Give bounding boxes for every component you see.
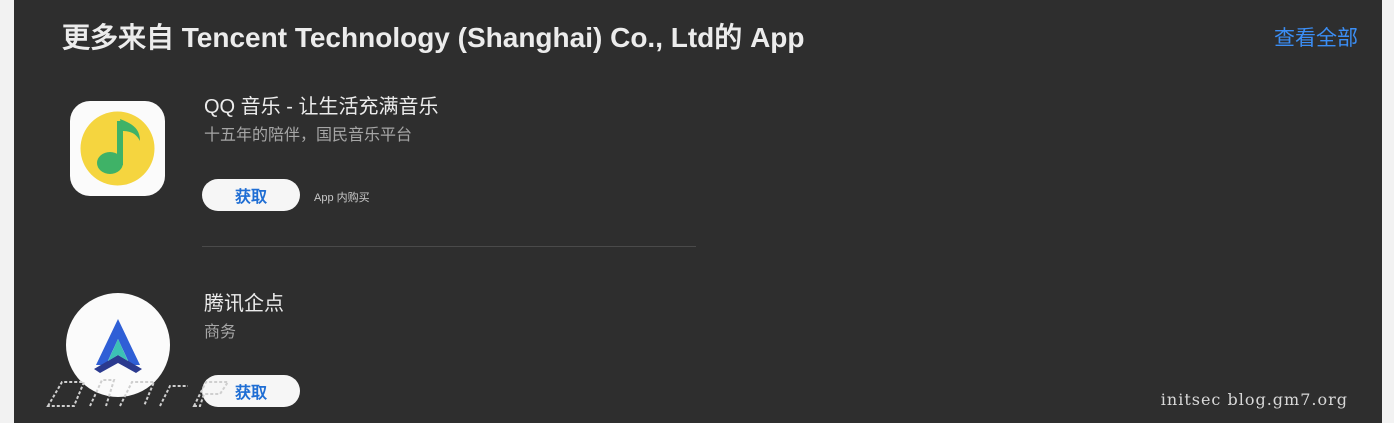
in-app-purchase-note: App 内购买 — [314, 192, 370, 204]
window-right-edge — [1382, 0, 1394, 423]
more-apps-section: 更多来自 Tencent Technology (Shanghai) Co., … — [14, 0, 1382, 423]
get-button[interactable]: 获取 — [202, 179, 300, 211]
window-left-edge — [0, 0, 14, 423]
app-item-tencent-qidian[interactable]: 腾讯企点 商务 获取 — [14, 0, 714, 407]
divider — [202, 246, 696, 247]
app-subtitle: 商务 — [204, 324, 237, 341]
app-name[interactable]: 腾讯企点 — [204, 287, 284, 316]
see-all-link[interactable]: 查看全部 — [1274, 22, 1358, 52]
watermark-text: initsec blog.gm7.org — [1160, 390, 1348, 409]
watermark-logo — [44, 372, 244, 412]
